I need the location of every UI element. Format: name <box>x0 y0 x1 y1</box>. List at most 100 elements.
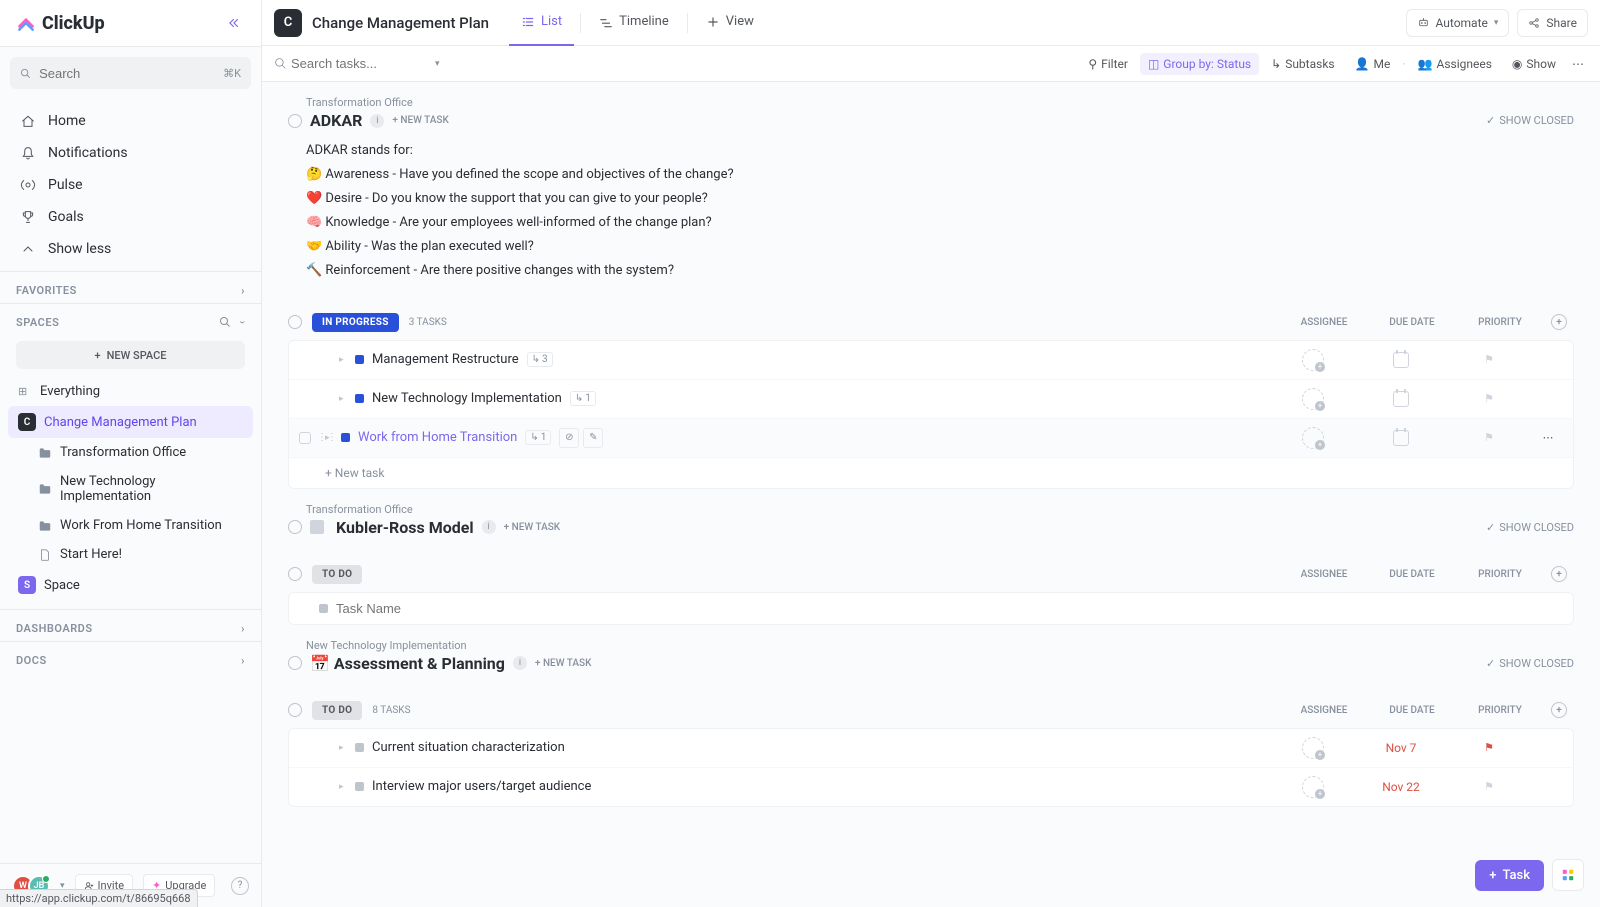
sidebar-item-new-technology-implementation[interactable]: New Technology Implementation <box>8 467 253 511</box>
task-row[interactable]: ⋮⋮ ▸ Management Restructure ↳3 ⚑ <box>289 341 1573 380</box>
add-column-button[interactable]: + <box>1544 702 1574 718</box>
share-button[interactable]: Share <box>1517 9 1588 37</box>
status-circle[interactable] <box>288 567 302 581</box>
sidebar-item-everything[interactable]: ⊞Everything <box>8 377 253 406</box>
chevron-down-icon[interactable]: ▾ <box>435 59 440 69</box>
status-badge[interactable]: IN PROGRESS <box>312 313 399 332</box>
sidebar-search[interactable]: ⌘K <box>10 57 251 89</box>
assignee-cell[interactable] <box>1269 349 1357 371</box>
assignee-cell[interactable] <box>1269 427 1357 449</box>
show-closed-button[interactable]: ✓SHOW CLOSED <box>1486 114 1574 127</box>
collapse-sidebar-button[interactable] <box>223 12 245 34</box>
subtask-count[interactable]: ↳1 <box>570 391 596 406</box>
task-row[interactable]: ⋮⋮ ▸ Current situation characterization … <box>289 729 1573 768</box>
duedate-cell[interactable] <box>1357 430 1445 446</box>
page-title[interactable]: Change Management Plan <box>312 14 489 32</box>
expand-icon[interactable]: ▸ <box>325 433 333 443</box>
duedate-cell[interactable]: Nov 7 <box>1357 741 1445 755</box>
new-task-fab[interactable]: + Task <box>1475 860 1544 891</box>
flag-icon[interactable]: ⚑ <box>1484 431 1494 444</box>
task-name-input[interactable] <box>336 601 512 616</box>
date-icon[interactable] <box>1393 430 1409 446</box>
view-tab-timeline[interactable]: Timeline <box>587 0 681 46</box>
drag-handle-icon[interactable]: ⋮⋮ <box>317 432 325 443</box>
assignee-cell[interactable] <box>1269 388 1357 410</box>
flag-icon[interactable]: ⚑ <box>1484 741 1494 754</box>
task-row[interactable]: ⋮⋮ ▸ Interview major users/target audien… <box>289 768 1573 806</box>
expand-icon[interactable]: ▸ <box>339 394 347 404</box>
nav-goals[interactable]: Goals <box>8 201 253 233</box>
list-title[interactable]: Kubler-Ross Model <box>336 518 474 537</box>
nav-notifications[interactable]: Notifications <box>8 137 253 169</box>
edit-button[interactable]: ✎ <box>583 428 603 448</box>
list-title[interactable]: ADKAR <box>310 111 362 130</box>
status-badge[interactable]: TO DO <box>312 565 362 584</box>
task-name[interactable]: Management Restructure <box>372 352 519 367</box>
chevron-down-icon[interactable]: › <box>237 321 250 325</box>
date-icon[interactable] <box>1393 352 1409 368</box>
nav-home[interactable]: Home <box>8 105 253 137</box>
task-name[interactable]: Work from Home Transition <box>358 430 517 445</box>
flag-icon[interactable]: ⚑ <box>1484 780 1494 793</box>
new-space-button[interactable]: + NEW SPACE <box>16 341 245 369</box>
status-circle[interactable] <box>288 114 302 128</box>
info-icon[interactable]: i <box>513 656 527 670</box>
status-badge[interactable]: TO DO <box>312 701 362 720</box>
priority-cell[interactable]: ⚑ <box>1445 431 1533 444</box>
task-status-square[interactable] <box>355 394 364 403</box>
apps-fab[interactable] <box>1552 859 1584 891</box>
show-button[interactable]: ◉Show <box>1504 53 1564 75</box>
priority-cell[interactable]: ⚑ <box>1445 353 1533 366</box>
task-checkbox[interactable] <box>299 432 311 444</box>
task-status-square[interactable] <box>319 604 328 613</box>
sidebar-item-space[interactable]: SSpace <box>8 569 253 601</box>
tag-button[interactable]: ⊘ <box>559 428 579 448</box>
view-tab-view[interactable]: View <box>694 0 766 46</box>
new-task-link[interactable]: + NEW TASK <box>535 658 591 669</box>
nav-show-less[interactable]: Show less <box>8 233 253 265</box>
expand-icon[interactable]: ▸ <box>339 782 347 792</box>
expand-icon[interactable]: ▸ <box>339 355 347 365</box>
view-tab-list[interactable]: List <box>509 0 574 46</box>
task-name[interactable]: Interview major users/target audience <box>372 779 591 794</box>
expand-icon[interactable]: ▸ <box>339 743 347 753</box>
assignee-cell[interactable] <box>1269 776 1357 798</box>
new-task-link[interactable]: + NEW TASK <box>392 115 448 126</box>
filter-button[interactable]: ⚲Filter <box>1080 53 1136 75</box>
subtasks-button[interactable]: ↳Subtasks <box>1263 53 1342 75</box>
priority-cell[interactable]: ⚑ <box>1445 741 1533 754</box>
status-circle[interactable] <box>288 656 302 670</box>
new-task-row[interactable]: + New task <box>289 458 1573 488</box>
dashboards-header[interactable]: DASHBOARDS › <box>0 610 261 641</box>
date-icon[interactable] <box>1393 391 1409 407</box>
add-column-button[interactable]: + <box>1544 566 1574 582</box>
automate-button[interactable]: Automate ▾ <box>1406 9 1510 37</box>
priority-cell[interactable]: ⚑ <box>1445 392 1533 405</box>
groupby-button[interactable]: ◫Group by: Status <box>1140 53 1259 75</box>
show-closed-button[interactable]: ✓SHOW CLOSED <box>1486 521 1574 534</box>
favorites-header[interactable]: FAVORITES › <box>0 272 261 303</box>
info-icon[interactable]: i <box>482 520 496 534</box>
status-circle[interactable] <box>288 520 302 534</box>
sidebar-item-work-from-home-transition[interactable]: Work From Home Transition <box>8 511 253 540</box>
me-button[interactable]: 👤Me <box>1347 53 1399 75</box>
task-row[interactable]: ⋮⋮ ▸ Work from Home Transition ↳1 ⊘✎ ⚑ ⋯ <box>289 419 1573 458</box>
task-more-button[interactable]: ⋯ <box>1533 431 1563 444</box>
help-button[interactable]: ? <box>231 877 249 895</box>
duedate-cell[interactable]: Nov 22 <box>1357 780 1445 794</box>
add-column-button[interactable]: + <box>1544 314 1574 330</box>
task-search-input[interactable] <box>291 56 431 71</box>
nav-pulse[interactable]: Pulse <box>8 169 253 201</box>
assignee-cell[interactable] <box>1269 737 1357 759</box>
more-button[interactable]: ⋯ <box>1568 53 1588 75</box>
flag-icon[interactable]: ⚑ <box>1484 392 1494 405</box>
status-circle[interactable] <box>288 703 302 717</box>
new-task-link[interactable]: + NEW TASK <box>504 522 560 533</box>
task-status-square[interactable] <box>341 433 350 442</box>
flag-icon[interactable]: ⚑ <box>1484 353 1494 366</box>
task-row-new[interactable] <box>289 593 1573 624</box>
assignees-button[interactable]: 👥Assignees <box>1410 53 1500 75</box>
sidebar-search-input[interactable] <box>39 66 215 81</box>
sidebar-item-start-here-[interactable]: Start Here! <box>8 540 253 569</box>
duedate-cell[interactable] <box>1357 352 1445 368</box>
